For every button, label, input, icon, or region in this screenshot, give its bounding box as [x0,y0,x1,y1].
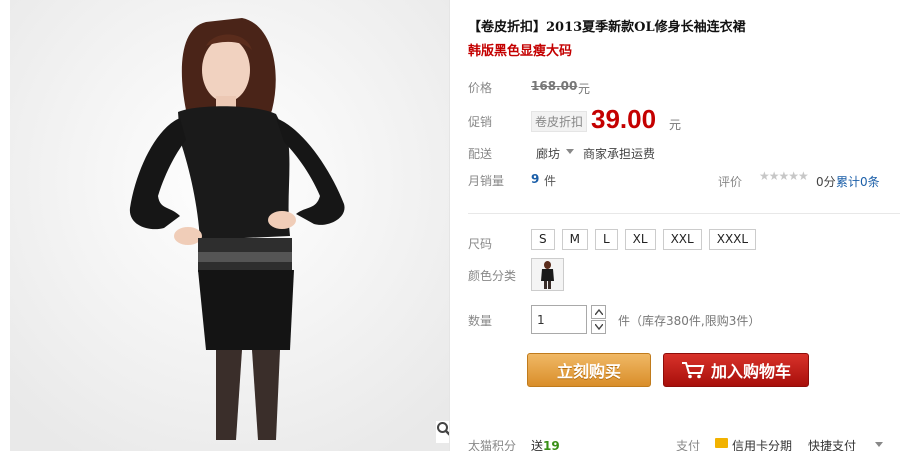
sales-label: 月销量 [468,174,505,188]
points-value: 19 [543,439,560,451]
payment-label: 支付 [676,439,701,451]
price-unit: 元 [578,82,591,96]
color-swatch[interactable] [531,258,564,291]
credit-card-icon [715,438,728,448]
magnifier-icon [437,422,449,436]
product-subtitle: 韩版黑色显瘦大码 [468,44,573,59]
size-options: S M L XL XXL XXXL [531,229,757,250]
add-to-cart-label: 加入购物车 [710,362,791,381]
shipping-label: 配送 [468,147,493,161]
payment-row: 太猫积分 送19 支付 信用卡分期 快捷支付 [468,437,900,451]
size-label: 尺码 [468,237,493,251]
divider [468,213,900,214]
size-option-m[interactable]: M [561,229,588,250]
size-option-s[interactable]: S [531,229,555,250]
points-label: 太猫积分 [468,439,517,451]
chevron-down-icon [594,324,603,330]
ship-from-select[interactable]: 廊坊 [536,145,560,162]
product-detail-panel: 【卷皮折扣】2013夏季新款OL修身长袖连衣裙 韩版黑色显瘦大码 价格 168.… [468,0,900,451]
stock-info: 件（库存380件,限购3件） [618,314,761,328]
product-photo [10,0,449,451]
points-prefix: 送 [531,439,544,451]
shipping-fee: 商家承担运费 [583,147,656,161]
size-option-l[interactable]: L [594,229,618,250]
promo-price: 39.00 [591,104,657,134]
product-image-gallery [10,0,450,451]
shopping-cart-icon [681,362,705,379]
promo-tag: 卷皮折扣 [531,111,588,132]
buy-now-button[interactable]: 立刻购买 [527,353,651,387]
quantity-increase-button[interactable] [591,305,606,319]
original-price: 168.00 [531,79,578,93]
rating-score: 0分 [816,175,836,189]
quantity-decrease-button[interactable] [591,320,606,334]
chevron-down-icon [566,149,574,154]
price-label: 价格 [468,81,493,95]
size-option-xl[interactable]: XL [624,229,656,250]
chevron-up-icon [594,309,603,315]
color-thumbnail [532,259,563,290]
credit-card-installment-link[interactable]: 信用卡分期 [732,437,792,451]
zoom-button[interactable] [436,421,449,443]
review-count-link[interactable]: 累计0条 [836,173,880,190]
size-option-xxxl[interactable]: XXXL [708,229,757,250]
size-option-xxl[interactable]: XXL [662,229,702,250]
chevron-down-icon [875,442,883,447]
add-to-cart-button[interactable]: 加入购物车 [663,353,809,387]
promo-unit: 元 [669,118,682,132]
monthly-sales-count: 9 [531,172,540,186]
promo-label: 促销 [468,115,493,129]
rating-label: 评价 [718,175,743,189]
sales-unit: 件 [544,174,557,188]
star-rating-icon: ★★★★★ [759,169,809,183]
points-info: 送19 [531,437,560,451]
quantity-input[interactable] [531,305,587,334]
quick-pay-select[interactable]: 快捷支付 [808,437,856,451]
product-title: 【卷皮折扣】2013夏季新款OL修身长袖连衣裙 [468,20,746,35]
color-label: 颜色分类 [468,269,517,283]
quantity-label: 数量 [468,314,493,328]
